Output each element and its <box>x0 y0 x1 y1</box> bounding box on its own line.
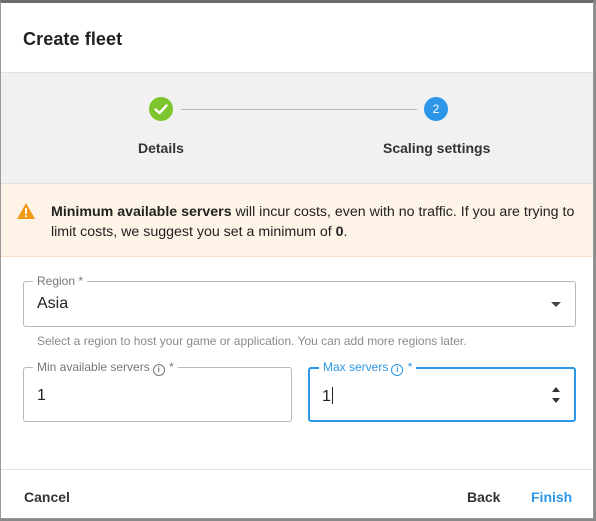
info-icon[interactable]: i <box>391 364 404 376</box>
stepper: 2 Details Scaling settings <box>1 73 593 184</box>
warning-bold-text: Minimum available servers <box>51 204 232 220</box>
stepper-connector <box>181 109 417 110</box>
step-scaling-label: Scaling settings <box>383 140 491 156</box>
min-available-servers-input[interactable]: Min available servers i * 1 <box>23 359 292 422</box>
max-servers-required-mark: * <box>407 360 413 374</box>
finish-button[interactable]: Finish <box>531 489 572 505</box>
min-servers-label: Min available servers i * <box>33 359 178 376</box>
step-scaling-number: 2 <box>424 97 448 121</box>
number-stepper-icon[interactable] <box>551 387 561 403</box>
info-icon[interactable]: i <box>152 364 165 376</box>
warning-banner: Minimum available servers will incur cos… <box>1 184 593 257</box>
max-servers-input[interactable]: Max servers i * 1 <box>308 359 576 422</box>
step-details-label: Details <box>138 140 184 156</box>
max-servers-label-text: Max servers <box>323 360 389 374</box>
min-servers-value: 1 <box>37 387 46 404</box>
min-servers-required-mark: * <box>169 360 174 374</box>
max-servers-value-wrap: 1 <box>322 387 333 406</box>
step-details-check-icon <box>149 97 173 121</box>
dialog-header: Create fleet <box>1 3 593 73</box>
increment-arrow-icon[interactable] <box>552 387 560 392</box>
region-label: Region * <box>33 273 88 289</box>
decrement-arrow-icon[interactable] <box>552 398 560 403</box>
create-fleet-dialog: Create fleet 2 Details Scaling settings … <box>0 0 594 519</box>
warning-text-part2: . <box>343 224 348 240</box>
region-value: Asia <box>37 295 69 312</box>
region-select[interactable]: Region * Asia <box>23 273 576 327</box>
max-servers-value: 1 <box>322 388 331 405</box>
warning-triangle-icon <box>16 202 36 225</box>
text-cursor <box>331 387 333 404</box>
max-servers-label: Max servers i * <box>319 359 417 376</box>
warning-text: Minimum available servers will incur cos… <box>51 202 591 242</box>
cancel-button[interactable]: Cancel <box>24 489 70 505</box>
back-button[interactable]: Back <box>467 489 500 505</box>
warning-min-value: 0 <box>335 224 344 240</box>
region-helper-text: Select a region to host your game or app… <box>37 334 467 348</box>
dialog-title: Create fleet <box>23 29 123 49</box>
dialog-footer: Cancel Back Finish <box>1 469 593 518</box>
min-servers-label-text: Min available servers <box>37 360 150 374</box>
chevron-down-icon[interactable] <box>551 302 561 307</box>
